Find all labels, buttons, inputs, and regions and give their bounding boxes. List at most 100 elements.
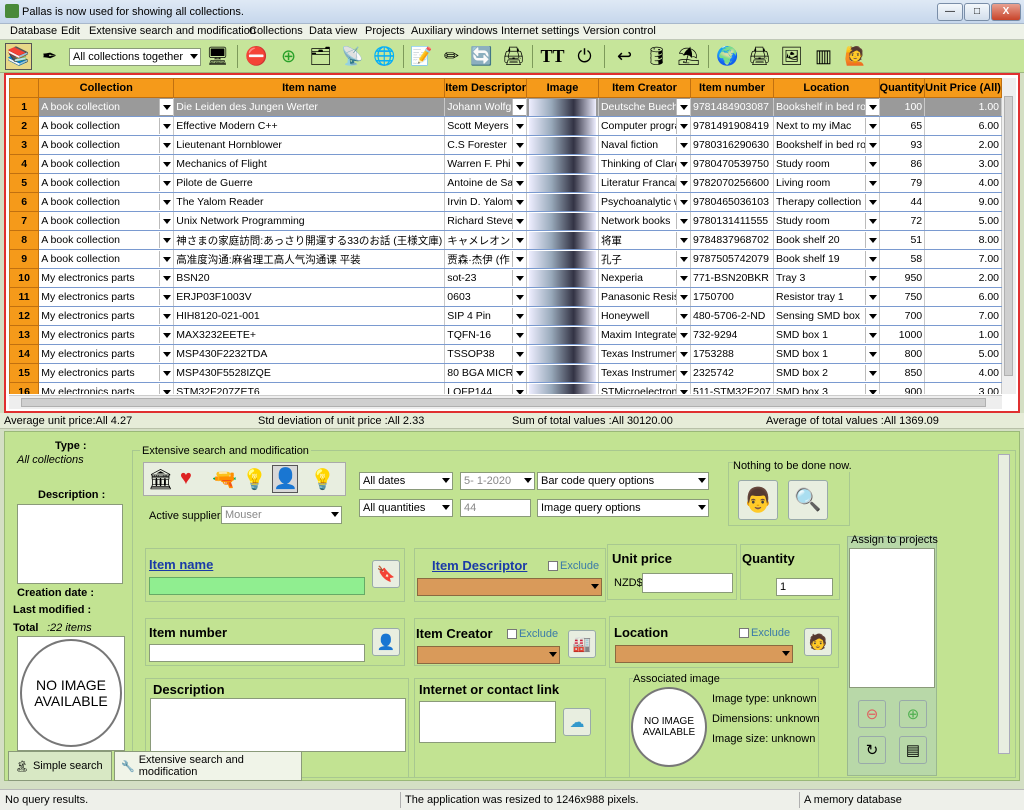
image-cell[interactable]: [526, 363, 599, 383]
cell-dropdown-arrow[interactable]: [864, 365, 879, 381]
unit-price-cell[interactable]: 9.00: [924, 192, 1002, 212]
collection-cell[interactable]: My electronics parts: [38, 344, 175, 364]
unit-price-cell[interactable]: 1.00: [924, 325, 1002, 345]
item-number-cell[interactable]: 1750700: [690, 287, 775, 307]
unit-price-cell[interactable]: 1.00: [924, 97, 1002, 117]
menu-database[interactable]: Database: [6, 25, 61, 37]
cell-dropdown-arrow[interactable]: [512, 194, 526, 210]
item-creator-cell[interactable]: Texas Instrument: [598, 344, 692, 364]
item-creator-cell[interactable]: Network books: [598, 211, 692, 231]
cell-dropdown-arrow[interactable]: [676, 327, 690, 343]
item-name-cell[interactable]: MAX3232EETE+: [173, 325, 446, 345]
cell-dropdown-arrow[interactable]: [159, 327, 173, 343]
item-name-cell[interactable]: 高准度沟通:麻省理工高人气沟通课 平装: [173, 249, 446, 269]
collection-cell[interactable]: My electronics parts: [38, 287, 175, 307]
image-cell[interactable]: [526, 268, 599, 288]
horizontal-scrollbar[interactable]: [9, 395, 1002, 409]
cell-dropdown-arrow[interactable]: [512, 137, 526, 153]
quantity-cell[interactable]: 1000: [879, 325, 926, 345]
cell-dropdown-arrow[interactable]: [512, 213, 526, 229]
cell-dropdown-arrow[interactable]: [864, 118, 879, 134]
umbrella-icon[interactable]: ⛱: [675, 43, 702, 70]
item-number-cell[interactable]: 9780470539750: [690, 154, 775, 174]
cell-dropdown-arrow[interactable]: [676, 289, 690, 305]
add-icon[interactable]: ⊕: [275, 43, 302, 70]
quantity-cell[interactable]: 86: [879, 154, 926, 174]
location-person-icon[interactable]: 🧑: [804, 628, 832, 656]
row-number[interactable]: 1: [9, 97, 40, 117]
quantity-filter-select[interactable]: All quantities: [359, 499, 453, 517]
cell-dropdown-arrow[interactable]: [512, 327, 526, 343]
row-number[interactable]: 4: [9, 154, 40, 174]
quantity-cell[interactable]: 750: [879, 287, 926, 307]
location-cell[interactable]: Bookshelf in bed roc: [773, 97, 880, 117]
item-creator-cell[interactable]: Maxim Integrated: [598, 325, 692, 345]
cell-dropdown-arrow[interactable]: [864, 194, 879, 210]
quantity-cell[interactable]: 700: [879, 306, 926, 326]
item-descriptor-cell[interactable]: LQFP144: [444, 382, 527, 394]
lower-scrollbar[interactable]: [998, 454, 1010, 754]
cell-dropdown-arrow[interactable]: [159, 137, 173, 153]
item-number-cell[interactable]: 732-9294: [690, 325, 775, 345]
cell-dropdown-arrow[interactable]: [159, 289, 173, 305]
item-creator-cell[interactable]: Computer progra: [598, 116, 692, 136]
quantity-spinner[interactable]: 44: [460, 499, 531, 517]
scanner-gun-icon[interactable]: 🔫: [212, 467, 237, 492]
cell-dropdown-arrow[interactable]: [676, 156, 690, 172]
collection-cell[interactable]: My electronics parts: [38, 325, 175, 345]
cell-dropdown-arrow[interactable]: [676, 213, 690, 229]
unit-price-cell[interactable]: 5.00: [924, 344, 1002, 364]
cell-dropdown-arrow[interactable]: [676, 232, 690, 248]
item-descriptor-cell[interactable]: Johann Wolfg: [444, 97, 527, 117]
table-row[interactable]: 5 A book collection Pilote de Guerre Antoin…: [9, 173, 1002, 193]
image-cell[interactable]: [526, 287, 599, 307]
item-name-cell[interactable]: Unix Network Programming: [173, 211, 446, 231]
item-number-cell[interactable]: 511-STM32F207: [690, 382, 775, 394]
image-cell[interactable]: [526, 230, 599, 250]
description-box[interactable]: [17, 504, 123, 584]
item-number-cell[interactable]: 9787505742079: [690, 249, 775, 269]
row-number[interactable]: 7: [9, 211, 40, 231]
row-number[interactable]: 6: [9, 192, 40, 212]
table-row[interactable]: 10 My electronics parts BSN20 sot-23 Nexperi…: [9, 268, 1002, 288]
quantity-cell[interactable]: 850: [879, 363, 926, 383]
col-header-quantity[interactable]: Quantity: [878, 78, 926, 98]
cell-dropdown-arrow[interactable]: [864, 308, 879, 324]
item-name-cell[interactable]: Lieutenant Hornblower: [173, 135, 446, 155]
edit-pencil-icon[interactable]: ✏: [438, 43, 465, 70]
collection-cell[interactable]: My electronics parts: [38, 382, 175, 394]
table-row[interactable]: 1 A book collection Die Leiden des Jungen …: [9, 97, 1002, 117]
image-cell[interactable]: [526, 382, 599, 394]
item-creator-cell[interactable]: Panasonic Resist: [598, 287, 692, 307]
item-creator-cell[interactable]: Literatur Francais: [598, 173, 692, 193]
cell-dropdown-arrow[interactable]: [676, 346, 690, 362]
power-icon[interactable]: ⏻: [571, 43, 598, 70]
collection-cell[interactable]: A book collection: [38, 230, 175, 250]
col-header-item-name[interactable]: Item name: [173, 78, 446, 98]
cell-dropdown-arrow[interactable]: [159, 118, 173, 134]
col-header-location[interactable]: Location: [773, 78, 880, 98]
undo-icon[interactable]: ↩: [611, 43, 638, 70]
cell-dropdown-arrow[interactable]: [864, 346, 879, 362]
item-number-cell[interactable]: 9780131411555: [690, 211, 775, 231]
menu-internet-settings[interactable]: Internet settings: [497, 25, 583, 37]
location-select[interactable]: [615, 645, 793, 663]
cell-dropdown-arrow[interactable]: [512, 118, 526, 134]
item-creator-select[interactable]: [417, 646, 560, 664]
item-descriptor-cell[interactable]: sot-23: [444, 268, 527, 288]
cell-dropdown-arrow[interactable]: [676, 118, 690, 134]
item-number-cell[interactable]: 9780316290630: [690, 135, 775, 155]
quantity-input[interactable]: 1: [776, 578, 833, 596]
table-row[interactable]: 3 A book collection Lieutenant Hornblower C…: [9, 135, 1002, 155]
quantity-cell[interactable]: 44: [879, 192, 926, 212]
image-cell[interactable]: [526, 249, 599, 269]
maximize-button[interactable]: □: [964, 3, 990, 21]
quantity-cell[interactable]: 950: [879, 268, 926, 288]
collection-cell[interactable]: My electronics parts: [38, 306, 175, 326]
image-query-select[interactable]: Image query options: [537, 499, 709, 517]
item-descriptor-link[interactable]: Item Descriptor: [432, 558, 527, 573]
satellite-icon[interactable]: 📡: [339, 43, 366, 70]
row-number[interactable]: 5: [9, 173, 40, 193]
item-number-cell[interactable]: 9780465036103: [690, 192, 775, 212]
image-icon[interactable]: 🖼: [778, 43, 805, 70]
